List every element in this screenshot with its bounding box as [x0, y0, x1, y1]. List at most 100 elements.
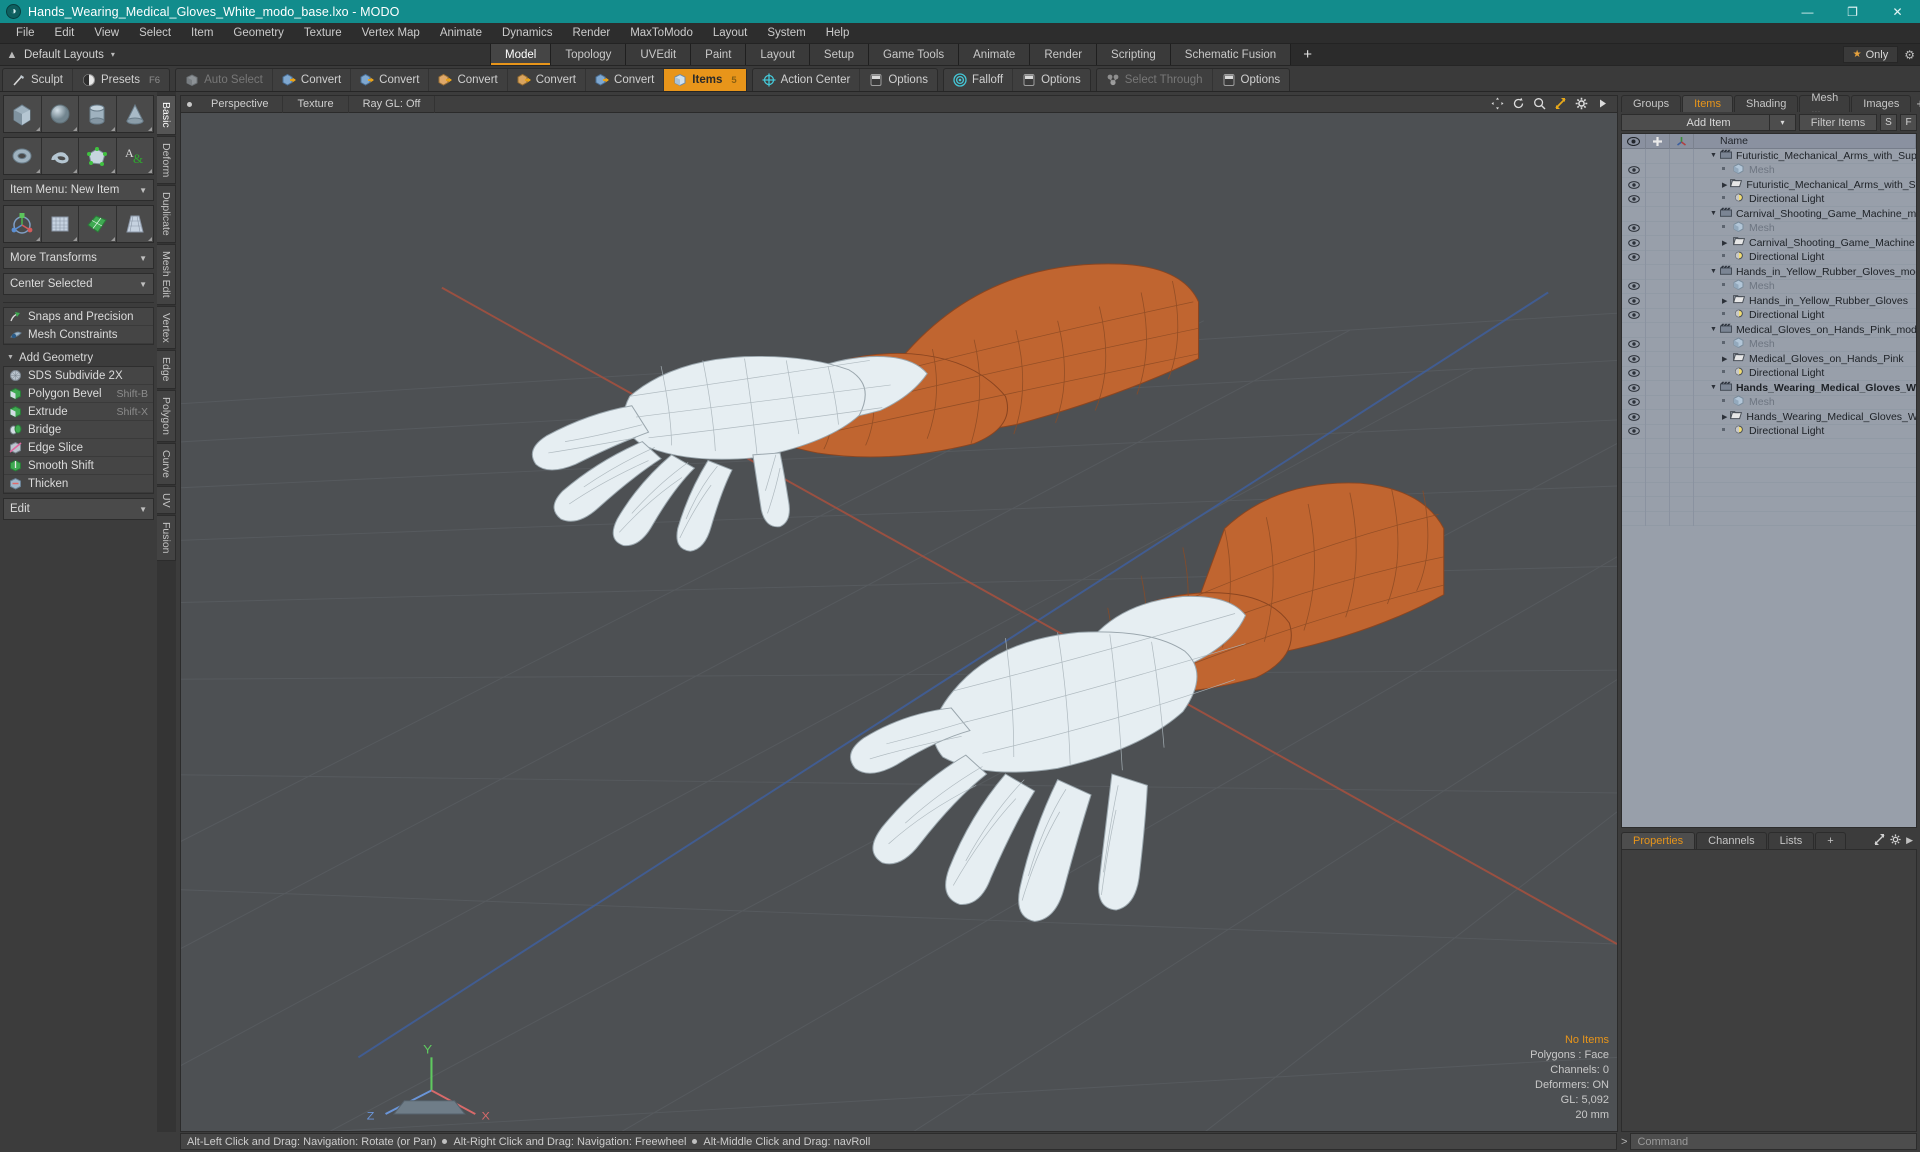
layout-tab-schematic-fusion[interactable]: Schematic Fusion	[1170, 44, 1292, 65]
item-tree-row[interactable]: Directional Light	[1622, 250, 1916, 265]
item-tree-row[interactable]: ▼ Medical_Gloves_on_Hands_Pink_modo_bas..…	[1622, 322, 1916, 338]
row-axis-cell[interactable]	[1670, 351, 1694, 366]
row-lock-cell[interactable]	[1646, 192, 1670, 207]
bend-mesh-icon[interactable]	[41, 206, 78, 242]
mode-button-items-16[interactable]: Items 5	[664, 69, 746, 91]
row-visibility-toggle[interactable]	[1622, 351, 1646, 366]
snaps-and-precision-item[interactable]: Snaps and Precision	[4, 308, 153, 326]
geometry-tool-edge-slice[interactable]: Edge Slice	[4, 439, 153, 457]
item-tree-row[interactable]: ▶ Hands_Wearing_Medical_Gloves_White	[1622, 409, 1916, 425]
layout-tab-scripting[interactable]: Scripting	[1097, 44, 1171, 65]
row-visibility-toggle[interactable]	[1622, 250, 1646, 265]
properties-tab-properties[interactable]: Properties	[1621, 832, 1696, 849]
row-axis-cell[interactable]	[1670, 235, 1694, 250]
menu-item-animate[interactable]: Animate	[430, 23, 492, 44]
row-lock-cell[interactable]	[1646, 366, 1670, 381]
row-lock-cell[interactable]	[1646, 322, 1670, 337]
row-visibility-toggle[interactable]	[1622, 149, 1646, 163]
taper-mesh-icon[interactable]	[116, 206, 153, 242]
geometry-tool-polygon-bevel[interactable]: Polygon Bevel Shift-B	[4, 385, 153, 403]
menu-item-vertex-map[interactable]: Vertex Map	[352, 23, 430, 44]
tool-tab-mesh-edit[interactable]: Mesh Edit	[157, 243, 176, 305]
row-visibility-toggle[interactable]	[1622, 366, 1646, 381]
menu-item-render[interactable]: Render	[562, 23, 620, 44]
properties-tab--[interactable]: +	[1815, 832, 1846, 849]
item-tree-row-name[interactable]: Mesh	[1694, 395, 1916, 409]
add-tab-icon[interactable]: +	[1916, 96, 1920, 111]
properties-tab-lists[interactable]: Lists	[1767, 832, 1815, 849]
cone-tool-icon[interactable]	[116, 96, 153, 132]
close-button[interactable]: ✕	[1875, 0, 1920, 23]
rotate-view-icon[interactable]	[1512, 97, 1526, 111]
row-lock-cell[interactable]	[1646, 221, 1670, 236]
mode-button-falloff-30[interactable]: Falloff	[944, 69, 1014, 91]
item-tree-row-name[interactable]: Directional Light	[1694, 424, 1916, 438]
properties-tab-channels[interactable]: Channels	[1696, 832, 1767, 849]
tool-tab-curve[interactable]: Curve	[157, 442, 176, 485]
row-visibility-toggle[interactable]	[1622, 264, 1646, 279]
spiral-tool-icon[interactable]	[41, 138, 78, 174]
row-lock-cell[interactable]	[1646, 177, 1670, 192]
item-tree-row[interactable]: ▼ Hands_Wearing_Medical_Gloves_W ...	[1622, 380, 1916, 396]
mode-button-convert-12[interactable]: Convert	[351, 69, 430, 91]
sphere-tool-icon[interactable]	[41, 96, 78, 132]
item-menu-dropdown[interactable]: Item Menu: New Item ▼	[3, 179, 154, 201]
item-tree-row-name[interactable]: Directional Light	[1694, 366, 1916, 380]
chevron-right-icon[interactable]: ▶	[1722, 239, 1730, 247]
row-axis-cell[interactable]	[1670, 424, 1694, 439]
row-visibility-toggle[interactable]	[1622, 424, 1646, 439]
menu-item-texture[interactable]: Texture	[294, 23, 352, 44]
row-visibility-toggle[interactable]	[1622, 192, 1646, 207]
item-tree-row[interactable]: Directional Light	[1622, 424, 1916, 439]
row-visibility-toggle[interactable]	[1622, 337, 1646, 352]
default-layouts-label[interactable]: Default Layouts	[20, 49, 108, 61]
menu-item-help[interactable]: Help	[816, 23, 860, 44]
item-tree-row[interactable]: Directional Light	[1622, 192, 1916, 207]
menu-item-layout[interactable]: Layout	[703, 23, 758, 44]
geometry-tool-sds-subdivide-2x[interactable]: SDS Subdivide 2X	[4, 367, 153, 385]
row-axis-cell[interactable]	[1670, 149, 1694, 163]
menu-item-edit[interactable]: Edit	[45, 23, 85, 44]
item-tree-row-name[interactable]: ▶ Hands_in_Yellow_Rubber_Gloves	[1694, 294, 1916, 308]
row-axis-cell[interactable]	[1670, 293, 1694, 308]
row-axis-cell[interactable]	[1670, 380, 1694, 395]
row-axis-cell[interactable]	[1670, 250, 1694, 265]
tool-tab-vertex[interactable]: Vertex	[157, 305, 176, 350]
geometry-tool-extrude[interactable]: Extrude Shift-X	[4, 403, 153, 421]
item-tree-row-name[interactable]: Mesh	[1694, 279, 1916, 293]
filter-s-button[interactable]: S	[1880, 114, 1897, 131]
row-lock-cell[interactable]	[1646, 409, 1670, 424]
row-axis-cell[interactable]	[1670, 279, 1694, 294]
move-view-icon[interactable]	[1491, 97, 1505, 111]
add-geometry-header[interactable]: ▼ Add Geometry	[3, 349, 154, 366]
more-transforms-dropdown[interactable]: More Transforms ▼	[3, 247, 154, 269]
item-tree-row-name[interactable]: ▶ Medical_Gloves_on_Hands_Pink	[1694, 352, 1916, 366]
panel-tab-groups[interactable]: Groups	[1621, 95, 1682, 112]
layout-tab-setup[interactable]: Setup	[809, 44, 869, 65]
item-tree-row-name[interactable]: Directional Light	[1694, 192, 1916, 206]
item-tree-row[interactable]: Mesh	[1622, 163, 1916, 178]
row-axis-cell[interactable]	[1670, 395, 1694, 410]
tool-tab-fusion[interactable]: Fusion	[157, 515, 176, 561]
item-tree-row[interactable]: Mesh	[1622, 279, 1916, 294]
add-layout-button[interactable]: +	[1291, 44, 1324, 65]
item-tree-row[interactable]: Mesh	[1622, 221, 1916, 236]
add-item-button[interactable]: Add Item ▾	[1621, 114, 1796, 131]
item-tree-row[interactable]: Mesh	[1622, 337, 1916, 352]
row-lock-cell[interactable]	[1646, 293, 1670, 308]
menu-item-dynamics[interactable]: Dynamics	[492, 23, 562, 44]
filter-items-input[interactable]: Filter Items	[1799, 114, 1877, 131]
viewport-raygl-selector[interactable]: Ray GL: Off	[349, 96, 436, 113]
row-lock-cell[interactable]	[1646, 395, 1670, 410]
chevron-down-icon[interactable]: ▼	[1710, 152, 1717, 159]
menu-item-file[interactable]: File	[6, 23, 45, 44]
geometry-tool-bridge[interactable]: Bridge	[4, 421, 153, 439]
row-visibility-toggle[interactable]	[1622, 177, 1646, 192]
mode-button-sculpt-00[interactable]: Sculpt	[3, 69, 73, 91]
tool-tab-duplicate[interactable]: Duplicate	[157, 185, 176, 243]
item-tree[interactable]: Name ▼ Futuristic_Mechanical_Arms_with_Su…	[1621, 133, 1917, 828]
item-tree-row[interactable]: ▶ Carnival_Shooting_Game_Machine	[1622, 235, 1916, 251]
mode-button-options-21[interactable]: Options	[860, 69, 937, 91]
item-tree-row[interactable]: ▼ Hands_in_Yellow_Rubber_Gloves_modo_b ..…	[1622, 264, 1916, 280]
row-axis-cell[interactable]	[1670, 163, 1694, 178]
